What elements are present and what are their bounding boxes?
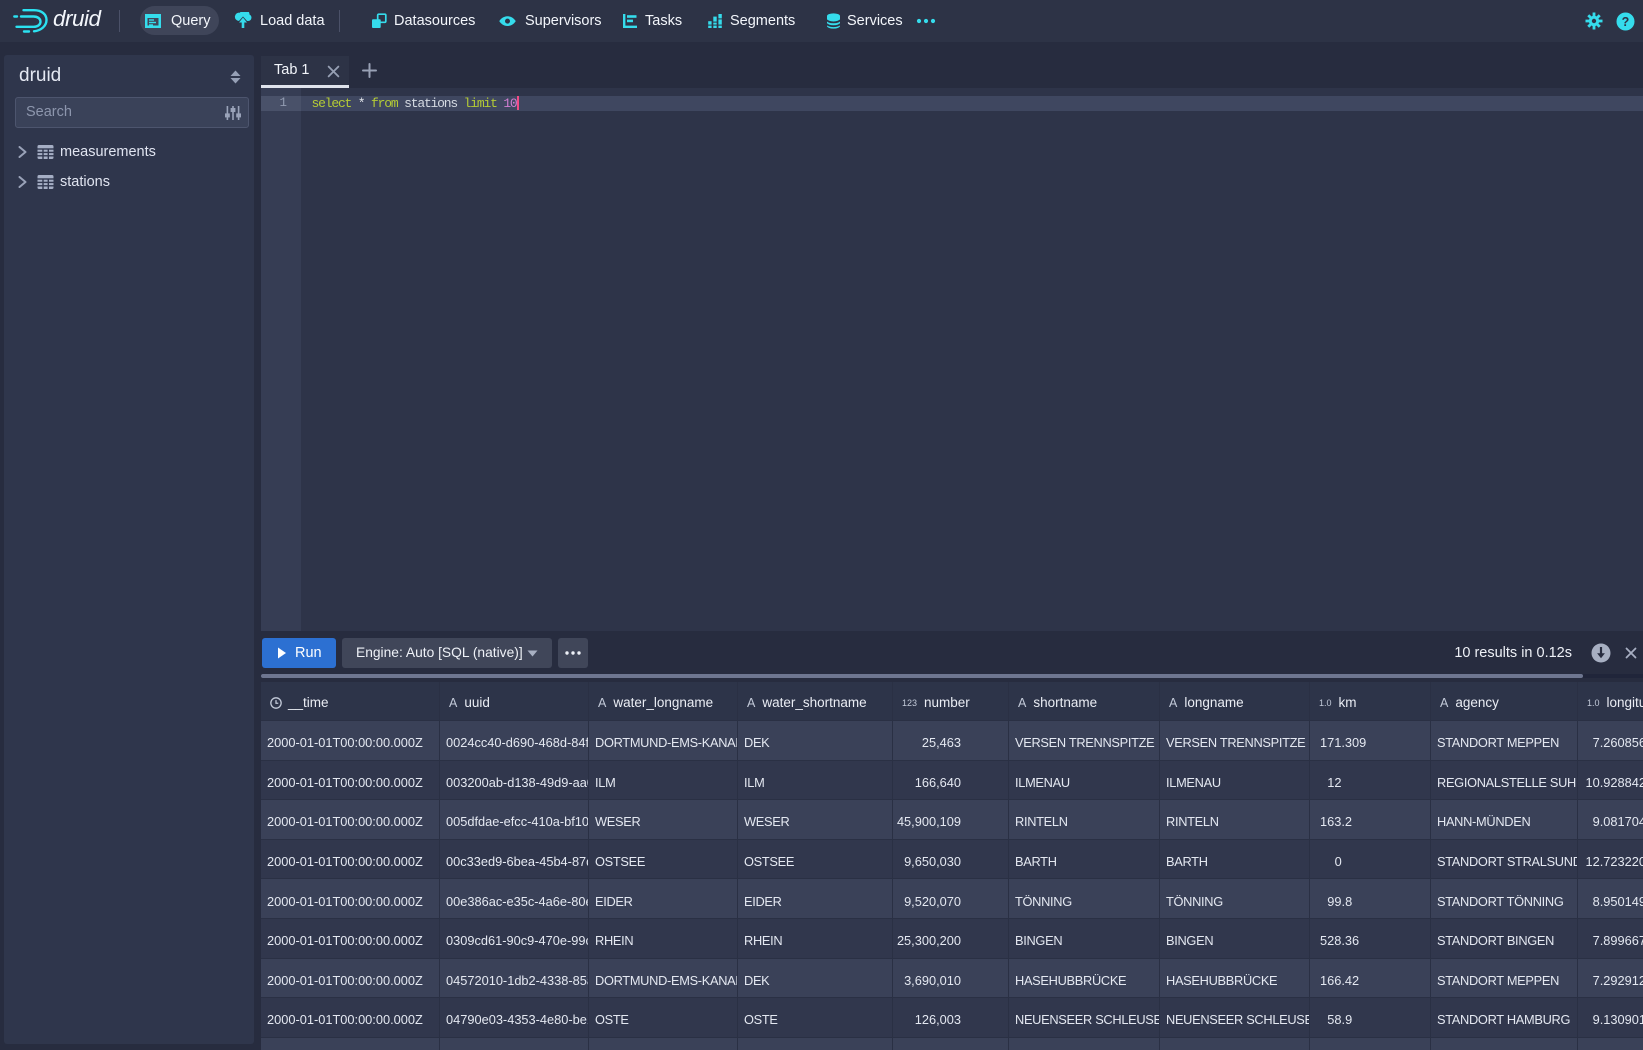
svg-text:?: ? — [1622, 15, 1630, 29]
